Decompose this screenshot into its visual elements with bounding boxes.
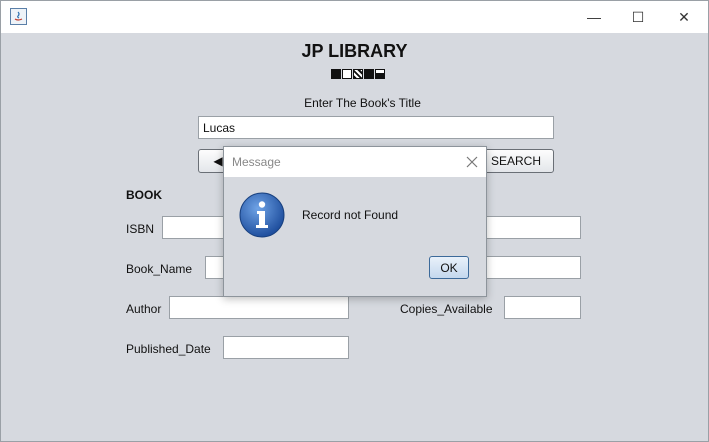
- info-icon: [239, 192, 285, 238]
- page-title: JP LIBRARY: [301, 41, 408, 61]
- author-label: Author: [126, 302, 162, 316]
- copies-available-label: Copies_Available: [400, 302, 493, 316]
- message-dialog: Message Record not Found OK: [223, 146, 487, 297]
- window-maximize-button[interactable]: ☐: [615, 1, 661, 33]
- close-icon: [466, 156, 478, 168]
- unrendered-glyphs: [331, 69, 385, 79]
- search-button-label: SEARCH: [490, 154, 541, 168]
- dialog-close-button[interactable]: [462, 152, 482, 172]
- dialog-message: Record not Found: [302, 208, 399, 222]
- window-minimize-button[interactable]: —: [571, 1, 617, 33]
- author-field[interactable]: [169, 296, 349, 319]
- book-name-label: Book_Name: [126, 262, 193, 276]
- window-titlebar[interactable]: — ☐ ✕: [1, 1, 708, 33]
- search-prompt-label: Enter The Book's Title: [304, 96, 421, 110]
- book-section-label: BOOK: [126, 188, 162, 202]
- book-title-input[interactable]: [198, 116, 554, 139]
- dialog-titlebar[interactable]: Message: [224, 147, 486, 177]
- window-close-button[interactable]: ✕: [661, 1, 707, 33]
- back-arrow-icon: ◀: [213, 154, 223, 168]
- dialog-title: Message: [232, 155, 281, 169]
- published-date-field[interactable]: [223, 336, 349, 359]
- java-app-icon: [10, 8, 27, 25]
- ok-button[interactable]: OK: [429, 256, 469, 279]
- app-window: — ☐ ✕ JP LIBRARY Enter The Book's Title …: [0, 0, 709, 442]
- copies-available-field[interactable]: [504, 296, 581, 319]
- isbn-label: ISBN: [126, 222, 155, 236]
- published-date-label: Published_Date: [126, 342, 211, 356]
